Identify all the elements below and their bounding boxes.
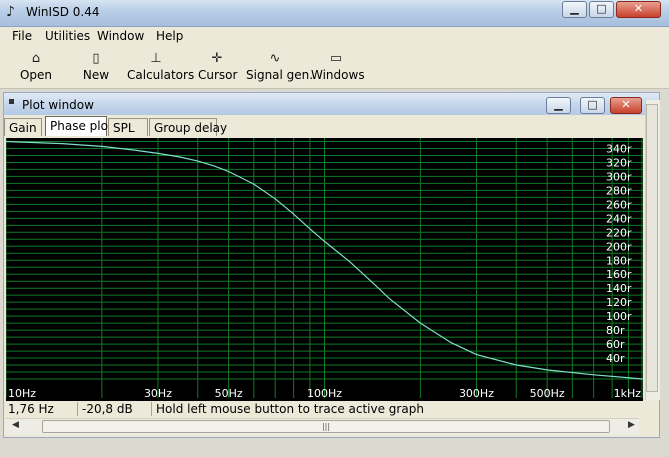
y-tick-label: 320r (606, 156, 632, 169)
tab-group-delay[interactable]: Group delay (149, 118, 227, 136)
x-tick-label: 300Hz (459, 387, 494, 400)
y-tick-label: 60r (606, 338, 625, 351)
scroll-left-arrow-icon[interactable]: ◀ (12, 420, 19, 430)
new-document-icon: ▯ (92, 51, 100, 66)
y-tick-label: 120r (606, 296, 632, 309)
menu-file[interactable]: File (12, 29, 32, 43)
x-tick-label: 500Hz (530, 387, 565, 400)
window-title: WinISD 0.44 (26, 5, 100, 19)
calculator-icon: ⊥ (150, 51, 162, 66)
windows-button[interactable]: ▭ Windows (311, 50, 365, 86)
close-button[interactable]: ✕ (616, 1, 661, 18)
plot-window-title: Plot window (22, 98, 94, 112)
plot-close-button[interactable]: ✕ (610, 97, 642, 114)
new-button[interactable]: ▯ New (80, 50, 112, 86)
tab-spl[interactable]: SPL (108, 118, 148, 136)
horizontal-scrollbar-thumb[interactable]: ||| (42, 420, 610, 433)
folder-open-icon: ⌂ (31, 51, 41, 66)
plot-minimize-button[interactable]: ▁ (546, 97, 571, 114)
y-tick-label: 160r (606, 268, 632, 281)
x-tick-label: 50Hz (215, 387, 243, 400)
crosshair-cursor-icon: ✛ (211, 51, 223, 66)
y-tick-label: 180r (606, 254, 632, 267)
x-tick-label: 10Hz (8, 387, 36, 400)
y-tick-label: 220r (606, 226, 632, 239)
toolbar: ⌂ Open ▯ New ⊥ Calculators ✛ Cursor ∿ Si… (0, 48, 669, 89)
phase-plot-svg[interactable]: 340r320r300r280r260r240r220r200r180r160r… (6, 138, 643, 401)
x-tick-label: 1kHz (614, 387, 642, 400)
status-frequency: 1,76 Hz (6, 402, 78, 416)
plot-tabs: Gain Phase plot SPL Group delay (4, 116, 659, 138)
vertical-scrollbar-thumb[interactable] (646, 104, 658, 392)
menu-bar: File Utilities Window Help (0, 27, 669, 47)
minimize-button[interactable]: ▁ (562, 1, 587, 18)
tab-phase-plot[interactable]: Phase plot (45, 116, 113, 136)
plot-window-icon (9, 99, 14, 104)
phase-plot-chart[interactable]: 340r 320r 300r 280r 260r 240r 220r 200r 180r 160r… (6, 138, 643, 401)
signal-generator-button[interactable]: ∿ Signal gen. (246, 50, 313, 86)
y-tick-label: 260r (606, 198, 632, 211)
y-tick-label: 40r (606, 352, 625, 365)
x-tick-label: 100Hz (307, 387, 342, 400)
signal-generator-icon: ∿ (269, 51, 281, 66)
y-tick-label: 280r (606, 184, 632, 197)
status-message: Hold left mouse button to trace active g… (156, 402, 424, 416)
y-tick-label: 240r (606, 212, 632, 225)
y-tick-label: 300r (606, 170, 632, 183)
menu-help[interactable]: Help (156, 29, 183, 43)
y-tick-label: 340r (606, 142, 632, 155)
y-tick-label: 100r (606, 310, 632, 323)
maximize-button[interactable]: □ (589, 1, 614, 18)
calculators-button[interactable]: ⊥ Calculators (127, 50, 194, 86)
tab-gain[interactable]: Gain (4, 118, 42, 136)
status-bar: 1,76 Hz -20,8 dB Hold left mouse button … (6, 401, 646, 417)
status-level: -20,8 dB (80, 402, 152, 416)
x-tick-label: 30Hz (144, 387, 172, 400)
y-tick-label: 80r (606, 324, 625, 337)
speaker-icon: ♪ (6, 4, 15, 20)
menu-window[interactable]: Window (97, 29, 144, 43)
cursor-button[interactable]: ✛ Cursor (198, 50, 237, 86)
y-tick-label: 200r (606, 240, 632, 253)
windows-icon: ▭ (329, 51, 343, 66)
scroll-right-arrow-icon[interactable]: ▶ (628, 420, 635, 430)
menu-utilities[interactable]: Utilities (45, 29, 90, 43)
open-button[interactable]: ⌂ Open (18, 50, 54, 86)
plot-maximize-button[interactable]: □ (580, 97, 605, 114)
y-tick-label: 140r (606, 282, 632, 295)
